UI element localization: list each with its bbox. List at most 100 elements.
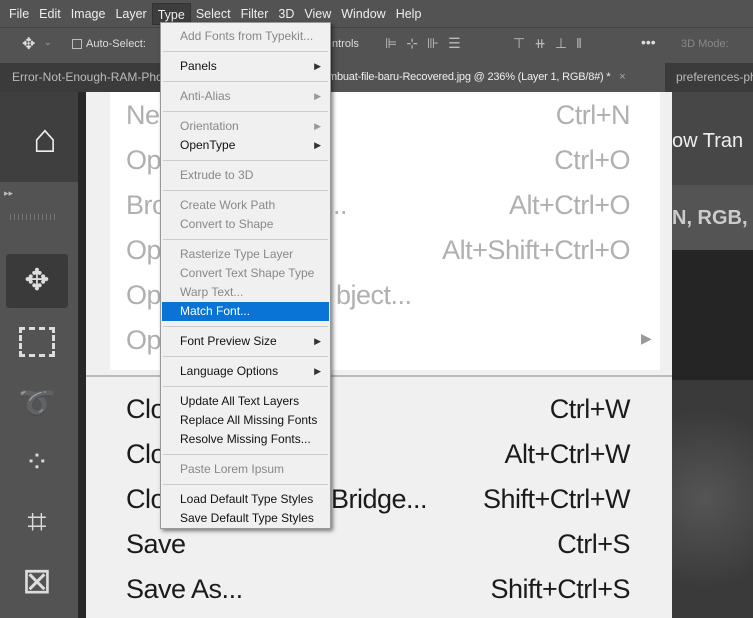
menu-help[interactable]: Help bbox=[391, 3, 427, 25]
menu-item-paste-lorem-ipsum: Paste Lorem Ipsum bbox=[162, 460, 329, 479]
menu-separator bbox=[163, 326, 328, 327]
bg-menu-shortcut: Ctrl+O bbox=[554, 145, 630, 175]
bg-menu-label: Op bbox=[126, 145, 162, 175]
menu-edit[interactable]: Edit bbox=[34, 3, 66, 25]
tab-error-not-enough-ram[interactable]: Error-Not-Enough-RAM-Pho bbox=[2, 63, 160, 92]
more-options-icon[interactable]: ••• bbox=[641, 34, 656, 50]
options-bar: ✥ ⌄ Auto-Select: ntrols ⊫⊹⊪☰ ⊤⧺⊥‖ ••• 3D… bbox=[0, 27, 753, 63]
chevron-down-icon[interactable]: ⌄ bbox=[44, 37, 52, 48]
menu-item-orientation: Orientation ▶ bbox=[162, 117, 329, 136]
move-tool-icon[interactable]: ✥ bbox=[6, 254, 68, 308]
menu-item-label: Warp Text... bbox=[180, 285, 244, 299]
3d-mode-label: 3D Mode: bbox=[681, 38, 729, 50]
tab-active-document[interactable]: mbuat-file-baru-Recovered.jpg @ 236% (La… bbox=[325, 63, 665, 92]
menu-separator bbox=[163, 160, 328, 161]
menu-item-label: Paste Lorem Ipsum bbox=[180, 462, 285, 476]
crop-tool-icon[interactable]: ⌗ bbox=[6, 495, 68, 549]
home-icon[interactable]: ⌂ bbox=[14, 112, 76, 166]
menu-item-label: Extrude to 3D bbox=[180, 168, 254, 182]
bg-menu-shortcut: Ctrl+N bbox=[555, 100, 631, 130]
menu-separator bbox=[163, 81, 328, 82]
menu-item-anti-alias: Anti-Alias ▶ bbox=[162, 87, 329, 106]
menu-item-create-work-path: Create Work Path bbox=[162, 196, 329, 215]
menu-item-opentype[interactable]: OpenType ▶ bbox=[162, 136, 329, 155]
background-right-strip: ow Tran N, RGB, bbox=[672, 92, 753, 618]
move-tool-icon[interactable]: ✥ bbox=[22, 34, 35, 54]
bg-text-1: ow Tran bbox=[672, 130, 744, 152]
menu-item-load-default-type-styles[interactable]: Load Default Type Styles bbox=[162, 490, 329, 509]
menu-item-label: OpenType bbox=[180, 138, 236, 152]
menu-item-label: Match Font... bbox=[180, 304, 251, 318]
bg-menu-shortcut: Shift+Ctrl+W bbox=[482, 484, 631, 514]
menu-item-panels[interactable]: Panels ▶ bbox=[162, 57, 329, 76]
bg-menu-label: Ne bbox=[126, 100, 160, 130]
lasso-tool-icon[interactable]: ➰ bbox=[6, 377, 68, 431]
menu-item-language-options[interactable]: Language Options ▶ bbox=[162, 362, 329, 381]
bg-text-2: N, RGB, bbox=[672, 207, 748, 229]
menu-separator bbox=[163, 484, 328, 485]
document-tabs: Error-Not-Enough-RAM-Pho mbuat-file-baru… bbox=[0, 63, 753, 92]
type-menu-dropdown: Add Fonts from Typekit... Panels ▶ Anti-Ali… bbox=[160, 22, 331, 529]
menu-item-label: Update All Text Layers bbox=[180, 394, 300, 408]
menu-item-rasterize-type-layer: Rasterize Type Layer bbox=[162, 245, 329, 264]
submenu-arrow-icon: ▶ bbox=[314, 366, 321, 376]
menu-item-label: Anti-Alias bbox=[180, 89, 231, 103]
bg-menu-label: Op bbox=[126, 280, 162, 310]
menu-item-label: Create Work Path bbox=[180, 198, 276, 212]
menu-separator bbox=[163, 454, 328, 455]
bg-menu-label: Save bbox=[126, 529, 186, 559]
bg-menu-label-fragment: Bridge... bbox=[331, 484, 428, 514]
menu-item-label: Add Fonts from Typekit... bbox=[180, 29, 314, 43]
menu-item-label: Replace All Missing Fonts bbox=[180, 413, 318, 427]
bg-menu-shortcut: Ctrl+S bbox=[557, 529, 630, 559]
quick-selection-tool-icon[interactable]: ⁘ bbox=[6, 436, 68, 490]
distribute-icons[interactable]: ⊤⧺⊥‖ bbox=[513, 35, 591, 52]
home-area: ⌂ bbox=[0, 92, 78, 182]
menu-item-update-all-text-layers[interactable]: Update All Text Layers bbox=[162, 392, 329, 411]
menu-item-label: Convert Text Shape Type bbox=[180, 266, 315, 280]
menu-item-replace-all-missing-fonts[interactable]: Replace All Missing Fonts bbox=[162, 411, 329, 430]
bg-menu-shortcut: Alt+Ctrl+W bbox=[504, 439, 630, 469]
bg-menu-shortcut: Ctrl+W bbox=[549, 394, 631, 424]
menu-separator bbox=[163, 356, 328, 357]
frame-tool-icon[interactable]: ⊠ bbox=[6, 554, 68, 608]
close-tab-icon[interactable]: × bbox=[619, 71, 625, 83]
menu-item-save-default-type-styles[interactable]: Save Default Type Styles bbox=[162, 509, 329, 528]
menu-separator bbox=[163, 51, 328, 52]
menu-item-extrude-to-3d: Extrude to 3D bbox=[162, 166, 329, 185]
auto-select-checkbox[interactable] bbox=[72, 39, 82, 49]
bg-menu-shortcut: Shift+Ctrl+S bbox=[490, 574, 630, 604]
submenu-arrow-icon: ▶ bbox=[314, 91, 321, 101]
menu-item-font-preview-size[interactable]: Font Preview Size ▶ bbox=[162, 332, 329, 351]
menu-item-label: Save Default Type Styles bbox=[180, 511, 314, 525]
menu-file[interactable]: File bbox=[4, 3, 34, 25]
menu-window[interactable]: Window bbox=[336, 3, 390, 25]
bg-menu-label: Op bbox=[126, 325, 162, 355]
menu-item-resolve-missing-fonts[interactable]: Resolve Missing Fonts... bbox=[162, 430, 329, 449]
align-icons[interactable]: ⊫⊹⊪☰ bbox=[385, 35, 470, 52]
menu-separator bbox=[163, 239, 328, 240]
menu-item-label: Resolve Missing Fonts... bbox=[180, 432, 311, 446]
menu-item-match-font[interactable]: Match Font... bbox=[162, 302, 329, 321]
submenu-arrow-icon: ▶ bbox=[314, 61, 321, 71]
show-transform-controls-label[interactable]: ntrols bbox=[332, 38, 359, 50]
submenu-arrow-icon: ▶ bbox=[314, 140, 321, 150]
menu-layer[interactable]: Layer bbox=[110, 3, 151, 25]
menu-image[interactable]: Image bbox=[66, 3, 111, 25]
menu-item-label: Panels bbox=[180, 59, 217, 73]
tools-panel: ⌂ ▸▸ ✥ ➰ ⁘ ⌗ ⊠ bbox=[0, 92, 78, 618]
menu-separator bbox=[163, 111, 328, 112]
menu-item-label: Load Default Type Styles bbox=[180, 492, 314, 506]
submenu-arrow-icon: ▶ bbox=[314, 121, 321, 131]
menu-item-label: Rasterize Type Layer bbox=[180, 247, 294, 261]
bg-menu-label: Op bbox=[126, 235, 162, 265]
panel-grip-handle[interactable] bbox=[10, 214, 56, 220]
menu-bar: File Edit Image Layer Type Select Filter 3D View… bbox=[0, 0, 753, 27]
image-submenu-arrow-icon: ▶ bbox=[641, 330, 652, 346]
expand-panel-icon[interactable]: ▸▸ bbox=[4, 188, 13, 199]
tab-preferences[interactable]: preferences-ph bbox=[666, 63, 753, 92]
auto-select-label: Auto-Select: bbox=[86, 38, 146, 50]
submenu-arrow-icon: ▶ bbox=[314, 336, 321, 346]
marquee-tool-icon[interactable] bbox=[6, 314, 68, 368]
menu-item-label: Convert to Shape bbox=[180, 217, 274, 231]
